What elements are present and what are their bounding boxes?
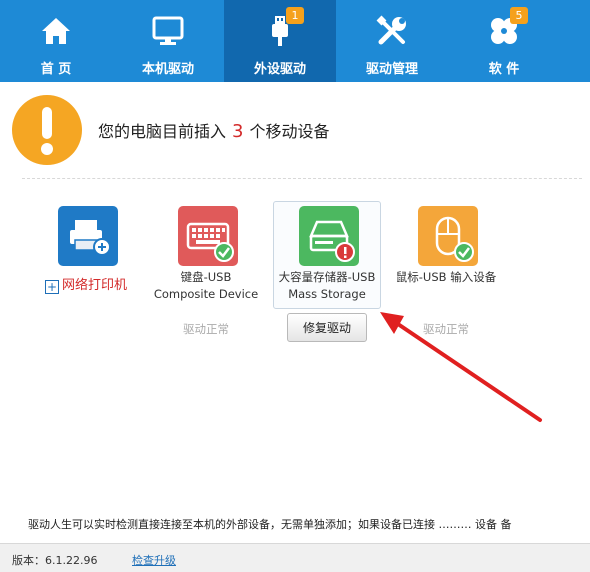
check-update-link[interactable]: 检查升级 (132, 552, 176, 568)
footer-note: 驱动人生可以实时检测直接连接至本机的外部设备，无需单独添加；如果设备已连接 ……… (28, 518, 512, 531)
version-label: 版本：6.1.22.96 (12, 554, 98, 567)
status-bar: 版本：6.1.22.96 检查升级 (0, 543, 590, 572)
red-arrow-annotation (380, 312, 542, 422)
